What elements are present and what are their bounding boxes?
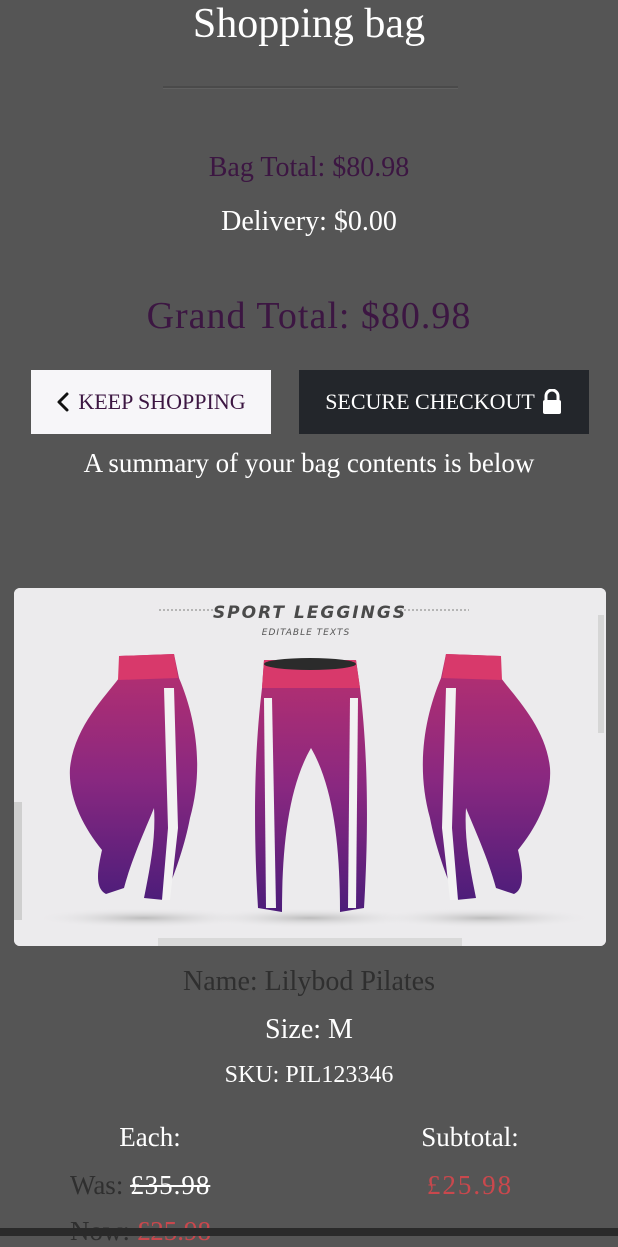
product-sku: SKU: PIL123346 — [224, 1062, 394, 1088]
page-title: Shopping bag — [192, 1, 426, 47]
subtotal-header: Subtotal: — [421, 1122, 519, 1152]
lock-icon — [542, 389, 561, 414]
image-scroll-indicator-left[interactable] — [14, 802, 22, 920]
bag-summary-text: A summary of your bag contents is below — [83, 448, 535, 478]
product-name: Name: Lilybod Pilates — [183, 966, 435, 997]
image-subheading: EDITABLE TEXTS — [262, 628, 350, 638]
product-image: SPORT LEGGINGS EDITABLE TEXTS — [14, 588, 606, 946]
size-label: Size: — [265, 1014, 322, 1045]
was-price: £35.98 — [130, 1170, 211, 1200]
size-value: M — [328, 1014, 353, 1045]
image-heading: SPORT LEGGINGS — [213, 603, 407, 623]
delivery-total: Delivery: $0.00 — [221, 206, 397, 237]
image-scroll-indicator-right[interactable] — [598, 615, 604, 733]
was-price-row: Was: £35.98 — [70, 1170, 210, 1201]
bottom-bar — [0, 1228, 618, 1236]
title-divider — [163, 86, 458, 89]
keep-shopping-label: KEEP SHOPPING — [78, 389, 246, 414]
was-label: Was: — [70, 1170, 124, 1200]
keep-shopping-button[interactable]: KEEP SHOPPING — [31, 370, 271, 434]
grand-total: Grand Total: $80.98 — [146, 295, 472, 337]
subtotal-value: £25.98 — [426, 1170, 514, 1200]
bag-total: Bag Total: $80.98 — [208, 152, 410, 183]
product-size: Size: M — [0, 1014, 618, 1046]
each-header: Each: — [119, 1122, 181, 1152]
secure-checkout-label: SECURE CHECKOUT — [325, 389, 535, 414]
product-image-card[interactable]: SPORT LEGGINGS EDITABLE TEXTS — [14, 588, 606, 946]
image-scroll-indicator-bottom[interactable] — [158, 938, 462, 946]
secure-checkout-button[interactable]: SECURE CHECKOUT — [299, 370, 589, 434]
chevron-left-icon — [57, 392, 69, 412]
